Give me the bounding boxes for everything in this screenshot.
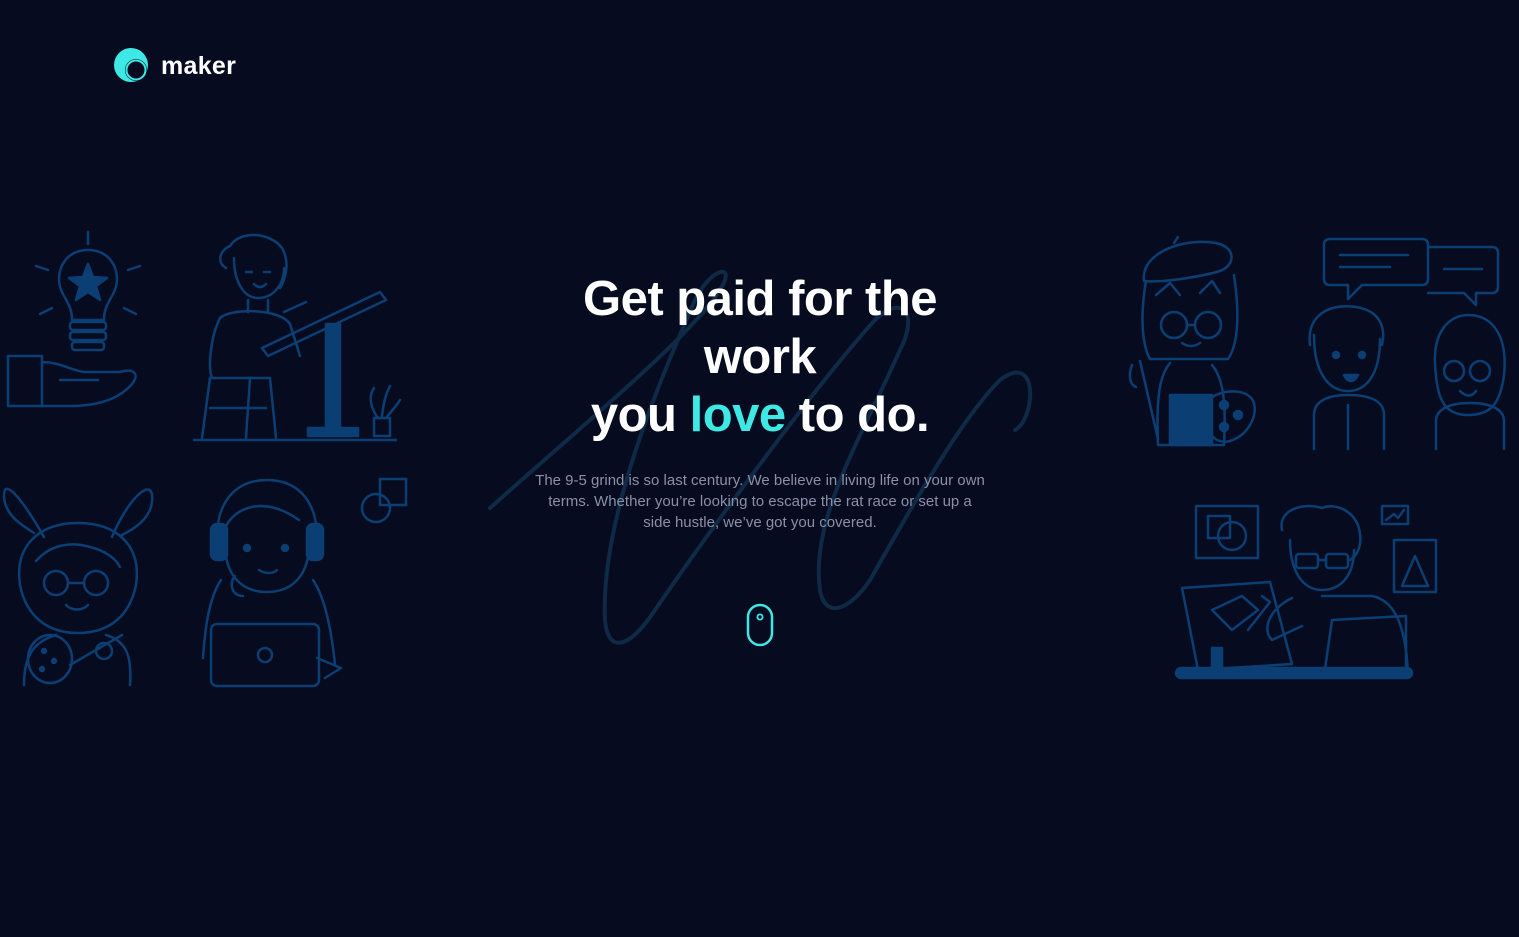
drawing-table-person-icon (192, 233, 402, 442)
lightbulb-hand-icon (6, 230, 142, 408)
hero-section: Get paid for the work you love to do. Th… (480, 270, 1040, 533)
logo-text: maker (161, 51, 237, 80)
hero-title-to-do: to do. (798, 388, 930, 442)
chat-people-icon (1308, 237, 1506, 451)
shapes-icon (360, 477, 408, 524)
beret-painter-icon (1128, 235, 1256, 447)
hero-title-line-2: work (703, 330, 817, 384)
hero-title-you: you (590, 388, 677, 442)
logo-icon (114, 48, 148, 82)
hero-title: Get paid for the work you love to do. (480, 270, 1040, 444)
mouse-icon[interactable] (746, 603, 774, 647)
hero-title-line-1: Get paid for the (582, 272, 938, 326)
hero-description: The 9-5 grind is so last century. We bel… (535, 472, 985, 531)
logo[interactable]: maker (113, 47, 236, 85)
tablet-designer-icon (1174, 504, 1438, 680)
hero-title-highlight: love (689, 388, 787, 442)
bunny-ears-painter-icon (2, 487, 154, 687)
headphones-laptop-person-icon (201, 478, 343, 688)
